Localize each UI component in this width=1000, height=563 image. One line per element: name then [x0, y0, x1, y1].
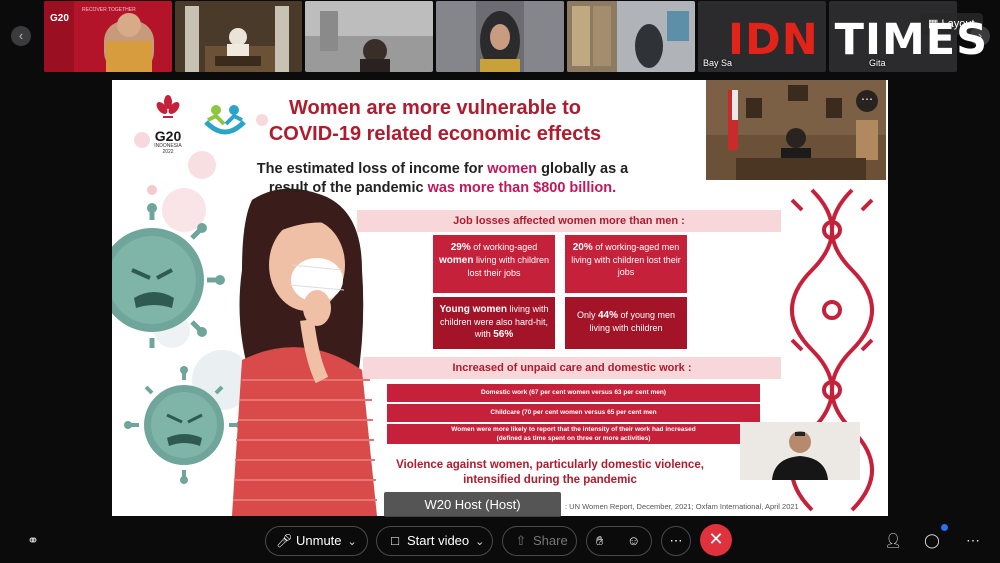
job-losses-heading: Job losses affected women more than men … — [357, 210, 781, 232]
active-speaker-label: W20 Host (Host) — [384, 492, 561, 517]
stat-young-women-56: Young women living with children were al… — [433, 297, 555, 349]
g20-logo-year: 2022 — [162, 149, 174, 155]
svg-text:G20: G20 — [50, 13, 69, 24]
stat-men-20: 20% of working-aged men living with chil… — [565, 235, 687, 293]
meeting-toolbar — [0, 517, 1000, 563]
more-options-icon[interactable]: ⋯ — [856, 90, 878, 112]
g20-logo-text: G20 — [154, 128, 182, 144]
participant-video-2 — [175, 1, 302, 72]
emoji-reaction-icon[interactable]: ☺ — [627, 527, 640, 555]
chevron-down-icon[interactable]: ⌄ — [348, 528, 357, 556]
participant-tile[interactable] — [175, 1, 302, 72]
more-dots-icon: ⋯ — [669, 533, 683, 548]
muted-mic-icon: 🎤︎ — [276, 533, 293, 548]
meeting-window: ‹ G20 RECOVER TOGETHER Bay Sa Gita ▦ Lay… — [0, 0, 1000, 563]
chevron-down-icon[interactable]: ⌄ — [475, 528, 484, 556]
participant-tile[interactable] — [567, 1, 695, 72]
stat-women-29: 29% of working-aged women living with ch… — [433, 235, 555, 293]
start-video-button[interactable]: □ Start video ⌄ — [376, 526, 493, 556]
leave-meeting-button[interactable]: ✕ — [700, 524, 732, 556]
interpreter-video-frame — [740, 422, 860, 480]
g20-logo: G20 INDONESIA 2022 — [148, 94, 188, 155]
more-options-button[interactable]: ⋯ — [661, 526, 691, 556]
chat-notification-badge — [941, 524, 948, 531]
childcare-bar: Childcare (70 per cent women versus 65 p… — [387, 404, 760, 422]
participant-tile[interactable] — [436, 1, 564, 72]
share-button[interactable]: ⇧ Share — [502, 526, 577, 556]
woman-with-mask-illustration — [232, 188, 377, 516]
raise-hand-icon[interactable]: ✋︎ — [596, 527, 603, 555]
participant-video-1: G20 RECOVER TOGETHER — [44, 1, 172, 72]
slide-title: Women are more vulnerable to COVID-19 re… — [268, 97, 602, 145]
stat-young-men-44: Only 44% of young men living with childr… — [565, 297, 687, 349]
svg-text:RECOVER TOGETHER: RECOVER TOGETHER — [82, 7, 136, 13]
idn-times-watermark: IDN TIMES — [728, 15, 989, 65]
participant-tile[interactable] — [305, 1, 433, 72]
share-label: Share — [533, 533, 568, 548]
slide-subtitle: The estimated loss of income for women g… — [256, 161, 629, 196]
w20-logo — [204, 105, 246, 135]
work-intensity-bar: Women were more likely to report that th… — [387, 424, 760, 444]
close-icon: ✕ — [708, 529, 724, 549]
more-menu-icon[interactable]: ⋯ — [963, 531, 983, 549]
prev-participants-icon[interactable]: ‹ — [11, 26, 31, 46]
participant-video-5 — [567, 1, 695, 72]
start-video-label: Start video — [407, 533, 470, 548]
g20-flower-icon — [156, 95, 180, 118]
video-off-icon: □ — [391, 533, 399, 548]
chat-icon[interactable]: ◯ — [922, 531, 942, 549]
interpreter-inset-video[interactable] — [740, 422, 860, 480]
participant-video-3 — [305, 1, 433, 72]
speaker-inset-video[interactable]: ⋯ — [706, 80, 886, 180]
slide-source: : UN Women Report, December, 2021; Oxfam… — [565, 502, 799, 511]
unmute-label: Unmute — [296, 533, 342, 548]
share-screen-icon: ⇧ — [515, 533, 527, 548]
participant-video-4 — [436, 1, 564, 72]
participant-tile[interactable]: G20 RECOVER TOGETHER — [44, 1, 172, 72]
violence-statement: Violence against women, particularly dom… — [396, 459, 704, 486]
unpaid-work-heading: Increased of unpaid care and domestic wo… — [363, 357, 781, 379]
participants-icon[interactable]: 👤︎ — [883, 531, 903, 549]
unmute-button[interactable]: 🎤︎ Unmute ⌄ — [265, 526, 368, 556]
globe-icon[interactable]: ⚭ — [23, 531, 43, 549]
reactions-group: ✋︎ ☺ — [586, 526, 652, 556]
domestic-work-bar: Domestic work (67 per cent women versus … — [387, 384, 760, 402]
